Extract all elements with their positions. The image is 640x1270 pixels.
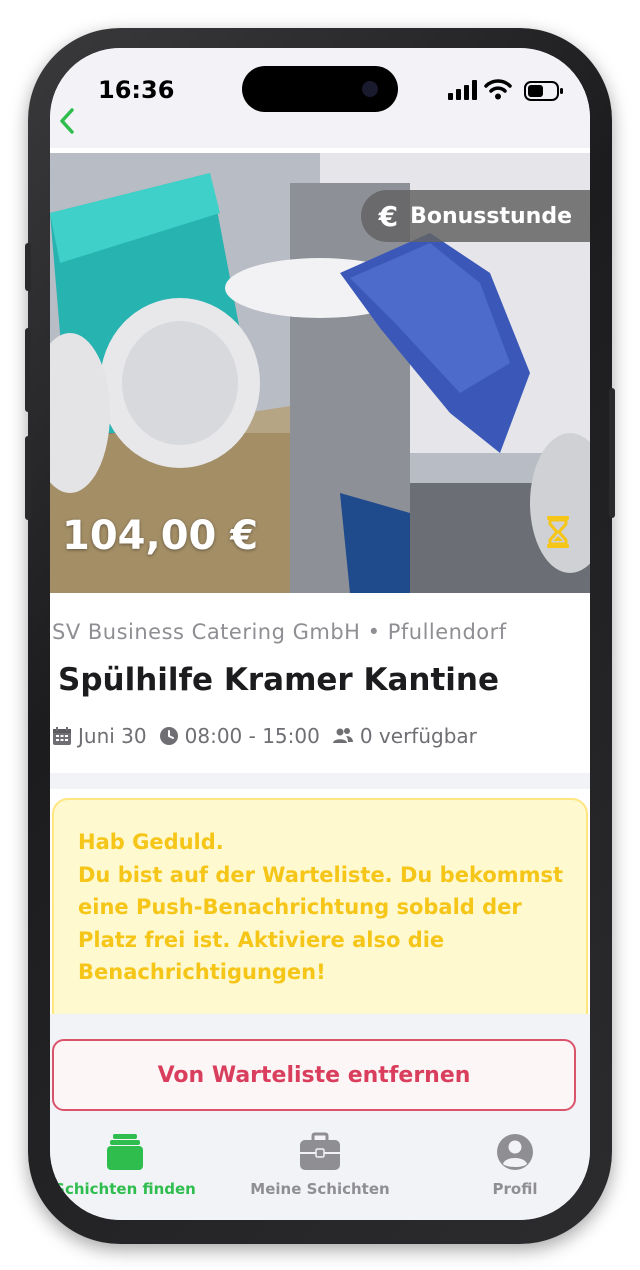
shift-hero-image: € Bonusstunde 104,00 €: [50, 153, 590, 593]
battery-icon: [524, 81, 563, 101]
waitlist-notice: Hab Geduld. Du bist auf der Warteliste. …: [52, 798, 588, 1028]
tab-schichten-finden[interactable]: Schichten finden: [50, 1132, 210, 1198]
availability-group: 0 verfügbar: [332, 724, 477, 748]
shift-availability: 0 verfügbar: [359, 724, 477, 748]
section-divider: [50, 773, 590, 789]
camera-icon: [362, 81, 378, 97]
volume-up-button: [25, 328, 31, 412]
back-chevron-icon[interactable]: [54, 106, 82, 136]
profile-icon: [497, 1134, 533, 1170]
calendar-icon: [53, 727, 71, 745]
app-screen: 16:36 € Bonusstunde 104,00 € SV Business…: [50, 48, 590, 1220]
tab-label: Profil: [492, 1180, 538, 1198]
bonus-badge-label: Bonusstunde: [410, 203, 572, 229]
date-group: Juni 30: [52, 724, 147, 748]
hourglass-icon: [547, 516, 569, 548]
volume-down-button: [25, 436, 31, 520]
waitlist-notice-text: Hab Geduld. Du bist auf der Warteliste. …: [78, 830, 564, 984]
clock-icon: [159, 727, 178, 745]
tab-label: Schichten finden: [54, 1180, 196, 1198]
remove-from-waitlist-button[interactable]: Von Warteliste entfernen: [52, 1039, 576, 1111]
briefcase-icon: [300, 1132, 340, 1170]
stack-icon: [107, 1134, 143, 1170]
shift-time: 08:00 - 15:00: [184, 724, 320, 748]
dynamic-island: [242, 66, 398, 112]
bonus-badge: € Bonusstunde: [360, 190, 590, 242]
people-icon: [332, 728, 353, 743]
status-time: 16:36: [98, 76, 175, 104]
tab-profil[interactable]: Profil: [430, 1132, 590, 1198]
shift-date: Juni 30: [78, 724, 147, 748]
shift-meta-row: Juni 30 08:00 - 15:00 0 verfügbar: [52, 724, 489, 748]
shift-title: Spülhilfe Kramer Kantine: [58, 662, 500, 698]
status-bar: 16:36: [50, 48, 590, 148]
wifi-icon: [484, 79, 512, 100]
action-button: [25, 243, 31, 291]
tab-meine-schichten[interactable]: Meine Schichten: [235, 1132, 405, 1198]
euro-icon: €: [378, 199, 399, 233]
shift-company: SV Business Catering GmbH • Pfullendorf: [52, 620, 507, 644]
signal-icon: [448, 80, 477, 100]
time-group: 08:00 - 15:00: [159, 724, 320, 748]
power-button: [609, 388, 615, 518]
shift-price: 104,00 €: [62, 513, 259, 559]
tab-label: Meine Schichten: [250, 1180, 390, 1198]
